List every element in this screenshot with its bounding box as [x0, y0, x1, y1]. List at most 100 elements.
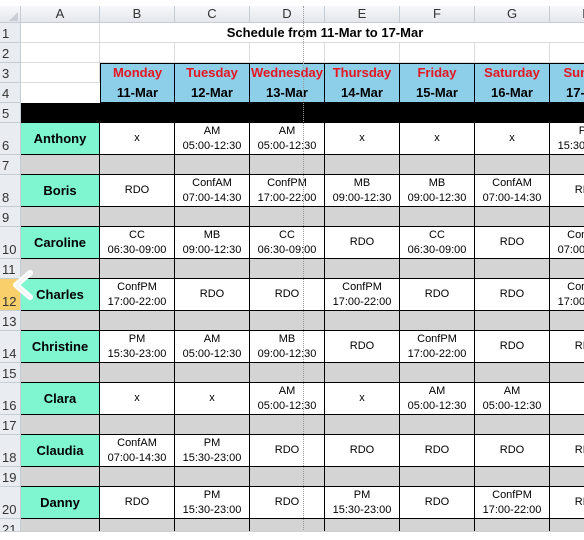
shift-cell[interactable]: ConfPM 17:00-22:00 — [325, 279, 400, 311]
shift-cell[interactable]: x — [100, 123, 175, 155]
cell-d2[interactable] — [250, 43, 325, 63]
gap-cell[interactable] — [475, 311, 550, 331]
gap-cell[interactable] — [175, 311, 250, 331]
day-header-monday[interactable]: Monday 11-Mar — [100, 63, 175, 103]
gap-cell[interactable] — [475, 207, 550, 227]
shift-cell[interactable]: ConfAM 07:00-14:30 — [475, 175, 550, 207]
shift-cell[interactable]: RDO — [475, 435, 550, 467]
shift-cell[interactable]: RDO — [550, 331, 584, 363]
row-header-8[interactable]: 8 — [0, 175, 21, 207]
gap-cell[interactable] — [175, 259, 250, 279]
cell-c2[interactable] — [175, 43, 250, 63]
gap-cell[interactable] — [175, 155, 250, 175]
gap-cell[interactable] — [400, 259, 475, 279]
shift-cell[interactable]: RDO — [325, 227, 400, 259]
cell-f2[interactable] — [400, 43, 475, 63]
gap-cell[interactable] — [21, 415, 100, 435]
shift-cell[interactable]: RDO — [400, 435, 475, 467]
gap-cell[interactable] — [475, 415, 550, 435]
shift-cell[interactable]: RDO — [400, 279, 475, 311]
row-header-9[interactable]: 9 — [0, 207, 21, 227]
gap-cell[interactable] — [21, 207, 100, 227]
shift-cell[interactable] — [550, 383, 584, 415]
gap-cell[interactable] — [550, 155, 584, 175]
cell-a2[interactable] — [21, 43, 100, 63]
gap-cell[interactable] — [475, 259, 550, 279]
shift-cell[interactable]: AM 05:00-12:30 — [175, 123, 250, 155]
day-header-saturday[interactable]: Saturday 16-Mar — [475, 63, 550, 103]
gap-cell[interactable] — [400, 415, 475, 435]
shift-cell[interactable]: ConfPM 17:00-22:00 — [250, 175, 325, 207]
row-header-15[interactable]: 15 — [0, 363, 21, 383]
day-header-friday[interactable]: Friday 15-Mar — [400, 63, 475, 103]
shift-cell[interactable]: MB 09:00-12:30 — [250, 331, 325, 363]
gap-cell[interactable] — [550, 467, 584, 487]
cell-g2[interactable] — [475, 43, 550, 63]
gap-cell[interactable] — [250, 363, 325, 383]
shift-cell[interactable]: MB 09:00-12:30 — [400, 175, 475, 207]
row-header-20[interactable]: 20 — [0, 487, 21, 519]
shift-cell[interactable]: ConfPM 17:00-22:00 — [550, 279, 584, 311]
gap-cell[interactable] — [100, 311, 175, 331]
gap-cell[interactable] — [325, 155, 400, 175]
shift-cell[interactable]: PM 15:30-23:00 — [100, 331, 175, 363]
gap-cell[interactable] — [550, 207, 584, 227]
shift-cell[interactable]: x — [475, 123, 550, 155]
shift-cell[interactable]: AM 05:00-12:30 — [250, 123, 325, 155]
column-header-d[interactable]: D — [250, 6, 325, 23]
shift-cell[interactable]: CC 06:30-09:00 — [250, 227, 325, 259]
column-header-g[interactable]: G — [475, 6, 550, 23]
staff-name[interactable]: Christine — [21, 331, 100, 363]
row-header-5[interactable]: 5 — [0, 103, 21, 123]
staff-name[interactable]: Caroline — [21, 227, 100, 259]
cell-a1[interactable] — [21, 23, 100, 43]
shift-cell[interactable]: AM 05:00-12:30 — [475, 383, 550, 415]
gap-cell[interactable] — [21, 467, 100, 487]
day-header-thursday[interactable]: Thursday 14-Mar — [325, 63, 400, 103]
gap-cell[interactable] — [400, 363, 475, 383]
gap-cell[interactable] — [400, 311, 475, 331]
day-header-tuesday[interactable]: Tuesday 12-Mar — [175, 63, 250, 103]
shift-cell[interactable]: RDO — [250, 435, 325, 467]
gap-cell[interactable] — [100, 415, 175, 435]
shift-cell[interactable]: ConfAM 07:00-14:30 — [175, 175, 250, 207]
gap-cell[interactable] — [250, 415, 325, 435]
row-header-17[interactable]: 17 — [0, 415, 21, 435]
shift-cell[interactable]: RDO — [325, 435, 400, 467]
gap-cell[interactable] — [325, 207, 400, 227]
gap-cell[interactable] — [21, 363, 100, 383]
shift-cell[interactable]: ConfAM 07:00-14:30 — [100, 435, 175, 467]
shift-cell[interactable]: RDO — [250, 279, 325, 311]
gap-cell[interactable] — [325, 415, 400, 435]
gap-cell[interactable] — [325, 467, 400, 487]
staff-name[interactable]: Danny — [21, 487, 100, 519]
shift-cell[interactable]: x — [325, 123, 400, 155]
shift-cell[interactable]: RDO — [250, 487, 325, 519]
staff-name[interactable]: Clara — [21, 383, 100, 415]
column-header-f[interactable]: F — [400, 6, 475, 23]
shift-cell[interactable]: PM 15:30-23:00 — [175, 435, 250, 467]
shift-cell[interactable]: x — [325, 383, 400, 415]
shift-cell[interactable]: ConfPM 17:00-22:00 — [400, 331, 475, 363]
shift-cell[interactable]: RDO — [100, 487, 175, 519]
row-header-1[interactable]: 1 — [0, 23, 21, 43]
row-header-10[interactable]: 10 — [0, 227, 21, 259]
gap-cell[interactable] — [475, 155, 550, 175]
shift-cell[interactable]: MB 09:00-12:30 — [325, 175, 400, 207]
column-header-h[interactable]: H — [550, 6, 584, 23]
cell-h1[interactable] — [550, 23, 584, 43]
gap-cell[interactable] — [175, 363, 250, 383]
shift-cell[interactable]: PM 15:30-23:00 — [175, 487, 250, 519]
day-header-wednesday[interactable]: Wednesday 13-Mar — [250, 63, 325, 103]
row-header-7[interactable]: 7 — [0, 155, 21, 175]
staff-name[interactable]: Boris — [21, 175, 100, 207]
shift-cell[interactable]: RDO — [475, 279, 550, 311]
gap-cell[interactable] — [21, 311, 100, 331]
cell-b2[interactable] — [100, 43, 175, 63]
gap-cell[interactable] — [475, 467, 550, 487]
gap-cell[interactable] — [550, 363, 584, 383]
shift-cell[interactable]: ConfPM 17:00-22:00 — [100, 279, 175, 311]
cell-e2[interactable] — [325, 43, 400, 63]
gap-cell[interactable] — [100, 207, 175, 227]
shift-cell[interactable]: CC 06:30-09:00 — [100, 227, 175, 259]
